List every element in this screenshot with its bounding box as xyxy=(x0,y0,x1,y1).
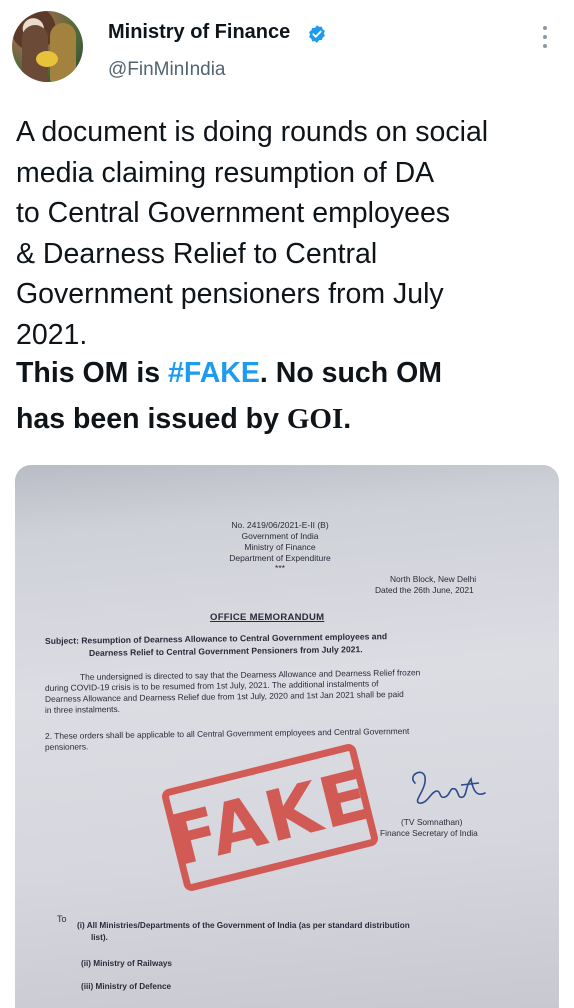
avatar[interactable] xyxy=(12,11,83,82)
doc-designation: Finance Secretary of India xyxy=(380,828,478,838)
fake-stamp-text: FAKE xyxy=(161,753,379,882)
doc-place: North Block, New Delhi xyxy=(390,574,477,584)
fake-stamp: FAKE xyxy=(160,742,380,893)
signature-image xyxy=(412,771,486,804)
tweet-line: media claiming resumption of DA xyxy=(16,156,435,189)
doc-distribution-item: list). xyxy=(91,933,108,942)
avatar-flowers xyxy=(36,51,58,67)
hashtag-link[interactable]: #FAKE xyxy=(168,357,260,389)
account-handle[interactable]: @FinMinIndia xyxy=(108,59,226,81)
emphasis-text: has been issued by xyxy=(16,403,287,435)
tweet-line: to Central Government employees xyxy=(16,197,451,229)
emphasis-goi: GOI xyxy=(286,403,344,435)
doc-header-line: Government of India xyxy=(241,531,319,541)
doc-file-number: No. 2419/06/2021-E-II (B) xyxy=(231,520,329,530)
doc-distribution-item: (ii) Ministry of Railways xyxy=(81,959,172,968)
doc-subject: Dearness Relief to Central Government Pe… xyxy=(88,644,363,658)
tweet-media-image[interactable]: No. 2419/06/2021-E-II (B) Government of … xyxy=(15,465,559,1008)
emphasis-text: . xyxy=(343,403,352,435)
doc-date: Dated the 26th June, 2021 xyxy=(375,585,474,595)
doc-distribution-item: (iii) Ministry of Defence xyxy=(81,982,172,991)
doc-distribution-item: (i) All Ministries/Departments of the Go… xyxy=(77,921,410,930)
doc-paragraph-line: 2. These orders shall be applicable to a… xyxy=(44,725,410,741)
doc-header-line: Ministry of Finance xyxy=(244,542,316,552)
tweet-text: A document is doing rounds on social med… xyxy=(16,112,564,355)
tweet-line: & Dearness Relief to Central xyxy=(16,237,378,270)
emphasis-text: This OM is xyxy=(16,357,169,389)
doc-signatory: (TV Somnathan) xyxy=(401,817,463,827)
tweet-line: A document is doing rounds on social xyxy=(16,116,489,148)
office-memorandum-document: No. 2419/06/2021-E-II (B) Government of … xyxy=(15,465,559,1008)
tweet-emphasis-line-2: has been issued by GOI. xyxy=(16,403,351,436)
vertical-ellipsis-icon[interactable] xyxy=(535,24,555,50)
tweet-line: 2021. xyxy=(16,318,88,351)
doc-paragraph-line: pensioners. xyxy=(44,741,89,752)
verified-badge-icon xyxy=(309,25,325,43)
doc-header-line: *** xyxy=(275,563,285,573)
tweet-emphasis-line-1: This OM is #FAKE. No such OM xyxy=(16,357,442,390)
doc-title: OFFICE MEMORANDUM xyxy=(210,612,325,623)
doc-to: To xyxy=(57,914,67,924)
doc-paragraph-line: in three instalments. xyxy=(44,703,121,715)
account-name[interactable]: Ministry of Finance xyxy=(108,21,290,44)
emphasis-text: . No such OM xyxy=(259,357,442,389)
tweet-line: Government pensioners from July xyxy=(16,278,444,310)
